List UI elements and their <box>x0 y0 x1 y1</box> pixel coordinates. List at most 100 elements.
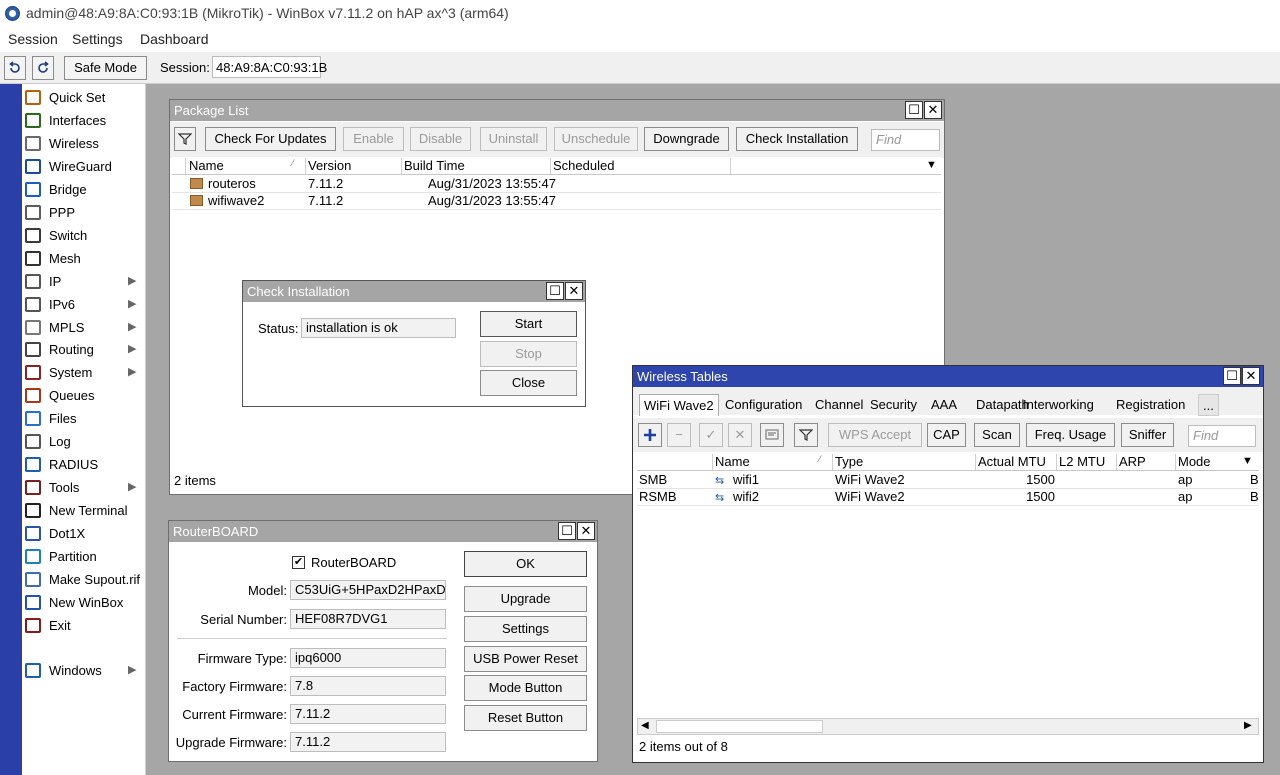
sidebar-item-mpls[interactable]: MPLS ▶ <box>22 316 144 339</box>
scroll-left-icon[interactable]: ◀ <box>641 720 649 731</box>
sidebar-item-new-winbox[interactable]: New WinBox <box>22 591 144 614</box>
check-for-updates-button[interactable]: Check For Updates <box>205 127 336 151</box>
column-version[interactable]: Version <box>306 158 402 174</box>
sidebar-item-wireless[interactable]: Wireless <box>22 132 144 155</box>
tab-registration[interactable]: Registration <box>1112 394 1189 416</box>
sidebar-item-switch[interactable]: Switch <box>22 224 144 247</box>
scan-button[interactable]: Scan <box>974 423 1020 447</box>
uninstall-button[interactable]: Uninstall <box>480 127 547 151</box>
undo-button[interactable] <box>4 56 26 80</box>
horizontal-scrollbar[interactable]: ◀ ▶ <box>637 718 1259 735</box>
mode-button-button[interactable]: Mode Button <box>464 675 587 701</box>
sidebar-item-files[interactable]: Files <box>22 407 144 430</box>
tab-channel[interactable]: Channel <box>811 394 867 416</box>
tab-configuration[interactable]: Configuration <box>721 394 806 416</box>
tab-interworking[interactable]: Interworking <box>1019 394 1098 416</box>
table-row[interactable]: wifiwave2 7.11.2 Aug/31/2023 13:55:47 <box>172 193 941 210</box>
sidebar-item-queues[interactable]: Queues <box>22 384 144 407</box>
maximize-button[interactable]: ☐ <box>1223 367 1241 385</box>
filter-button[interactable] <box>794 423 818 447</box>
comment-button[interactable] <box>760 423 784 447</box>
column-scheduled[interactable]: Scheduled <box>551 158 731 174</box>
table-row[interactable]: RSMB ⇆ wifi2 WiFi Wave2 1500 ap B <box>637 489 1259 506</box>
close-button[interactable]: ✕ <box>1242 367 1260 385</box>
column-name[interactable]: Name <box>713 454 833 470</box>
tab-more[interactable]: ... <box>1198 394 1219 416</box>
sidebar-item-dot1x[interactable]: Dot1X <box>22 522 144 545</box>
stop-button[interactable]: Stop <box>480 341 577 367</box>
sidebar-item-make-supout-rif[interactable]: Make Supout.rif <box>22 568 144 591</box>
column-menu-icon[interactable]: ▼ <box>926 159 937 171</box>
sidebar-item-tools[interactable]: Tools ▶ <box>22 476 144 499</box>
redo-button[interactable] <box>32 56 54 80</box>
usb-power-reset-button[interactable]: USB Power Reset <box>464 646 587 672</box>
tab-wifi-wave2[interactable]: WiFi Wave2 <box>639 394 719 416</box>
find-input[interactable]: Find <box>1188 425 1256 447</box>
interfaces-icon <box>25 112 41 128</box>
disable-item-button[interactable]: ✕ <box>728 423 752 447</box>
column-name[interactable]: Name <box>187 158 306 174</box>
column-mode[interactable]: Mode <box>1176 454 1240 470</box>
tab-security[interactable]: Security <box>866 394 921 416</box>
row-comment: SMB <box>639 472 668 487</box>
menu-settings[interactable]: Settings <box>72 31 123 47</box>
close-button[interactable]: ✕ <box>924 101 942 119</box>
tab-aaa[interactable]: AAA <box>927 394 961 416</box>
sidebar-item-ipv6[interactable]: IPv6 ▶ <box>22 293 144 316</box>
settings-button[interactable]: Settings <box>464 616 587 642</box>
add-button[interactable] <box>638 423 662 447</box>
wps-accept-button[interactable]: WPS Accept <box>828 423 922 447</box>
column-actual-mtu[interactable]: Actual MTU <box>976 454 1057 470</box>
column-menu-icon[interactable]: ▼ <box>1242 455 1253 467</box>
cap-button[interactable]: CAP <box>927 423 966 447</box>
column-l2-mtu[interactable]: L2 MTU <box>1057 454 1117 470</box>
sidebar-item-mesh[interactable]: Mesh <box>22 247 144 270</box>
column-type[interactable]: Type <box>833 454 976 470</box>
upgrade-button[interactable]: Upgrade <box>464 586 587 612</box>
maximize-button[interactable]: ☐ <box>546 282 564 300</box>
reset-button-button[interactable]: Reset Button <box>464 705 587 731</box>
sidebar-item-routing[interactable]: Routing ▶ <box>22 338 144 361</box>
sidebar-item-ip[interactable]: IP ▶ <box>22 270 144 293</box>
sidebar-item-partition[interactable]: Partition <box>22 545 144 568</box>
scroll-right-icon[interactable]: ▶ <box>1244 720 1252 731</box>
table-row[interactable]: SMB ⇆ wifi1 WiFi Wave2 1500 ap B <box>637 472 1259 489</box>
menu-dashboard[interactable]: Dashboard <box>140 31 209 47</box>
ip-icon <box>25 273 41 289</box>
close-dialog-button[interactable]: Close <box>480 370 577 396</box>
sidebar-item-wireguard[interactable]: WireGuard <box>22 155 144 178</box>
filter-button[interactable] <box>174 127 196 151</box>
sidebar-item-exit[interactable]: Exit <box>22 614 144 637</box>
enable-item-button[interactable]: ✓ <box>699 423 723 447</box>
find-input[interactable]: Find <box>871 129 940 151</box>
sidebar-item-windows[interactable]: Windows ▶ <box>22 659 144 682</box>
safe-mode-button[interactable]: Safe Mode <box>64 56 147 80</box>
sidebar-item-bridge[interactable]: Bridge <box>22 178 144 201</box>
sidebar-item-ppp[interactable]: PPP <box>22 201 144 224</box>
close-button[interactable]: ✕ <box>565 282 583 300</box>
ok-button[interactable]: OK <box>464 551 587 577</box>
downgrade-button[interactable]: Downgrade <box>644 127 729 151</box>
table-row[interactable]: routeros 7.11.2 Aug/31/2023 13:55:47 <box>172 176 941 193</box>
sidebar-item-system[interactable]: System ▶ <box>22 361 144 384</box>
remove-button[interactable]: − <box>667 423 691 447</box>
sniffer-button[interactable]: Sniffer <box>1121 423 1174 447</box>
enable-button[interactable]: Enable <box>343 127 404 151</box>
disable-button[interactable]: Disable <box>410 127 471 151</box>
unschedule-button[interactable]: Unschedule <box>554 127 638 151</box>
sidebar-item-new-terminal[interactable]: New Terminal <box>22 499 144 522</box>
sidebar-item-interfaces[interactable]: Interfaces <box>22 109 144 132</box>
menu-session[interactable]: Session <box>8 31 58 47</box>
check-installation-button[interactable]: Check Installation <box>736 127 858 151</box>
maximize-button[interactable]: ☐ <box>905 101 923 119</box>
column-comment[interactable] <box>637 454 713 470</box>
column-arp[interactable]: ARP <box>1117 454 1176 470</box>
start-button[interactable]: Start <box>480 311 577 337</box>
freq-usage-button[interactable]: Freq. Usage <box>1026 423 1115 447</box>
scrollbar-thumb[interactable] <box>656 720 823 733</box>
sidebar-item-quick-set[interactable]: Quick Set <box>22 86 144 109</box>
sidebar-item-log[interactable]: Log <box>22 430 144 453</box>
column-build-time[interactable]: Build Time <box>402 158 551 174</box>
sidebar-item-radius[interactable]: RADIUS <box>22 453 144 476</box>
session-field[interactable]: 48:A9:8A:C0:93:1B <box>212 56 327 78</box>
